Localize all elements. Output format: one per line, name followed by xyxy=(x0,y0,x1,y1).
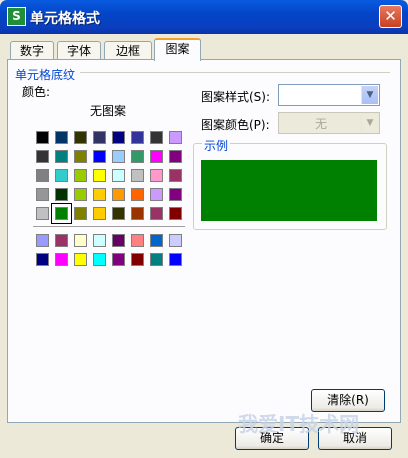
color-swatch[interactable] xyxy=(74,253,87,266)
color-swatch[interactable] xyxy=(112,169,125,182)
color-swatch[interactable] xyxy=(51,203,72,224)
color-swatch[interactable] xyxy=(93,207,106,220)
color-swatch[interactable] xyxy=(93,234,106,247)
color-swatch[interactable] xyxy=(131,207,144,220)
color-swatch[interactable] xyxy=(36,150,49,163)
close-button[interactable]: ✕ xyxy=(379,5,402,28)
color-swatch[interactable] xyxy=(131,234,144,247)
color-swatch[interactable] xyxy=(112,150,125,163)
color-swatch[interactable] xyxy=(112,131,125,144)
color-swatch[interactable] xyxy=(169,253,182,266)
color-swatch[interactable] xyxy=(55,150,68,163)
color-swatch[interactable] xyxy=(36,253,49,266)
color-swatch[interactable] xyxy=(93,169,106,182)
color-swatch[interactable] xyxy=(150,234,163,247)
color-swatch[interactable] xyxy=(74,131,87,144)
app-icon: S xyxy=(7,7,26,26)
color-swatch[interactable] xyxy=(74,150,87,163)
color-swatch[interactable] xyxy=(150,188,163,201)
color-swatch[interactable] xyxy=(112,234,125,247)
color-swatch[interactable] xyxy=(36,188,49,201)
color-swatch[interactable] xyxy=(131,169,144,182)
color-swatch[interactable] xyxy=(36,234,49,247)
color-swatch[interactable] xyxy=(55,188,68,201)
color-swatch[interactable] xyxy=(131,188,144,201)
pattern-color-select[interactable]: 无 ▼ xyxy=(278,112,380,134)
color-swatch[interactable] xyxy=(55,169,68,182)
color-swatch[interactable] xyxy=(150,207,163,220)
color-swatch[interactable] xyxy=(36,207,49,220)
color-swatch[interactable] xyxy=(74,188,87,201)
color-swatch[interactable] xyxy=(169,131,182,144)
color-swatch[interactable] xyxy=(74,169,87,182)
color-swatch[interactable] xyxy=(74,234,87,247)
color-swatch[interactable] xyxy=(131,150,144,163)
group-divider xyxy=(80,72,390,73)
tab-border[interactable]: 边框 xyxy=(104,41,152,60)
pattern-color-value: 无 xyxy=(315,117,328,131)
color-swatch[interactable] xyxy=(169,169,182,182)
color-swatch[interactable] xyxy=(169,188,182,201)
sample-label: 示例 xyxy=(202,137,231,154)
chevron-down-icon[interactable]: ▼ xyxy=(361,114,378,132)
pattern-style-label: 图案样式(S): xyxy=(201,90,271,104)
chevron-down-icon[interactable]: ▼ xyxy=(361,86,378,104)
color-swatch[interactable] xyxy=(112,207,125,220)
color-swatch[interactable] xyxy=(55,234,68,247)
color-swatch[interactable] xyxy=(131,253,144,266)
color-swatch[interactable] xyxy=(55,131,68,144)
color-swatch[interactable] xyxy=(169,234,182,247)
watermark-text: 我爱IT技术网 xyxy=(238,412,360,436)
color-swatch[interactable] xyxy=(150,253,163,266)
palette-separator xyxy=(33,226,185,227)
color-swatch[interactable] xyxy=(150,131,163,144)
tab-patterns[interactable]: 图案 xyxy=(154,38,201,61)
dialog-title: 单元格格式 xyxy=(30,11,100,27)
color-swatch[interactable] xyxy=(74,207,87,220)
color-swatch[interactable] xyxy=(131,131,144,144)
tab-number[interactable]: 数字 xyxy=(10,41,54,60)
no-pattern-option[interactable]: 无图案 xyxy=(90,102,126,119)
color-swatch[interactable] xyxy=(112,253,125,266)
pattern-style-select[interactable]: ▼ xyxy=(278,84,380,106)
sample-preview xyxy=(201,160,377,221)
color-swatch[interactable] xyxy=(36,169,49,182)
color-swatch[interactable] xyxy=(93,131,106,144)
color-swatch[interactable] xyxy=(150,150,163,163)
color-swatch[interactable] xyxy=(150,169,163,182)
shading-group-label: 单元格底纹 xyxy=(15,68,76,82)
color-swatch[interactable] xyxy=(93,188,106,201)
color-swatch[interactable] xyxy=(112,188,125,201)
pattern-color-label: 图案颜色(P): xyxy=(201,118,270,132)
color-swatch[interactable] xyxy=(36,131,49,144)
color-swatch[interactable] xyxy=(169,150,182,163)
color-swatch[interactable] xyxy=(169,207,182,220)
tab-font[interactable]: 字体 xyxy=(57,41,101,60)
color-label: 颜色: xyxy=(22,85,51,99)
color-swatch[interactable] xyxy=(93,253,106,266)
title-bar: S 单元格格式 ✕ xyxy=(0,0,408,34)
color-swatch[interactable] xyxy=(55,253,68,266)
color-swatch[interactable] xyxy=(93,150,106,163)
